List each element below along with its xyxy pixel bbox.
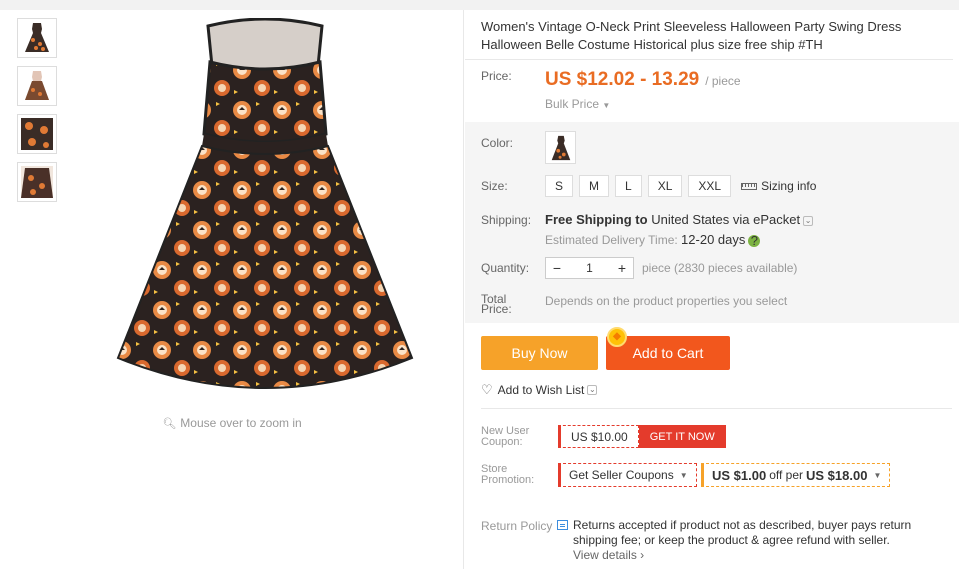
dress-thumbnail-icon <box>25 23 49 52</box>
total-price-note: Depends on the product properties you se… <box>545 294 788 308</box>
size-label: Size: <box>481 179 508 193</box>
thumbnail-2[interactable] <box>17 66 57 106</box>
new-user-coupon-amount: US $10.00 <box>558 425 639 448</box>
thumbnail-4[interactable] <box>17 162 57 202</box>
dress-thumbnail-icon <box>25 71 49 100</box>
size-option-xl[interactable]: XL <box>647 175 683 197</box>
seller-coupons-text: Get Seller Coupons <box>569 468 674 482</box>
ruler-icon <box>741 182 758 190</box>
new-user-coupon: US $10.00 GET IT NOW <box>558 425 726 448</box>
zoom-hint: 🔍︎ Mouse over to zoom in <box>0 416 464 430</box>
price-range: US $12.02 - 13.29 <box>545 69 700 90</box>
chevron-down-icon: ⌄ <box>803 215 814 226</box>
store-coupon-dropdown[interactable]: US $1.00 off per US $18.00 ▼ <box>701 463 891 487</box>
size-option-xxl[interactable]: XXL <box>688 175 732 197</box>
policy-card-icon <box>557 520 568 530</box>
product-title: Women's Vintage O-Neck Print Sleeveless … <box>481 19 902 52</box>
divider <box>481 408 952 409</box>
shipping-method[interactable]: Free Shipping to United States via ePack… <box>545 212 814 227</box>
availability-text: piece (2830 pieces available) <box>642 261 798 275</box>
increase-button[interactable]: + <box>611 258 633 278</box>
quantity-stepper: − 1 + <box>545 257 634 279</box>
bulk-price-label: Bulk Price <box>545 97 600 111</box>
product-page: 🔍︎ Mouse over to zoom in Women's Vintage … <box>0 10 959 569</box>
coin-icon: ◆ <box>607 327 627 347</box>
size-option-m[interactable]: M <box>579 175 610 197</box>
thumbnail-3[interactable] <box>17 114 57 154</box>
shipping-label: Shipping: <box>481 213 532 227</box>
shipping-to-text: to <box>635 212 648 227</box>
dress-swatch-icon <box>551 135 570 160</box>
return-policy-text: Returns accepted if product not as descr… <box>573 518 943 563</box>
product-main-image[interactable] <box>110 18 420 398</box>
store-label-line2: Promotion: <box>481 474 535 486</box>
store-promotion-label: Store Promotion: <box>481 464 534 486</box>
sizing-info-text: Sizing info <box>761 179 817 193</box>
return-policy-description: Returns accepted if product not as descr… <box>573 518 912 547</box>
sizing-info-link[interactable]: Sizing info <box>741 179 816 193</box>
help-icon[interactable]: ? <box>748 234 761 247</box>
eta-label: Estimated Delivery Time: <box>545 233 678 247</box>
decrease-button[interactable]: − <box>546 258 568 278</box>
fabric-thumbnail-icon <box>21 166 53 198</box>
product-info: Women's Vintage O-Neck Print Sleeveless … <box>465 10 959 569</box>
thumbnail-1[interactable] <box>17 18 57 58</box>
chevron-down-icon[interactable]: ⌄ <box>587 385 598 395</box>
shipping-destination: United States via ePacket <box>651 212 801 227</box>
bulk-price-toggle[interactable]: Bulk Price ▼ <box>545 97 610 111</box>
store-coupon-amount: US $1.00 <box>712 467 767 483</box>
price-section: Price: US $12.02 - 13.29 / piece Bulk Pri… <box>465 59 953 115</box>
fabric-thumbnail-icon <box>21 118 53 150</box>
size-option-s[interactable]: S <box>545 175 574 197</box>
color-label: Color: <box>481 136 514 150</box>
buy-now-button[interactable]: Buy Now <box>481 336 598 370</box>
size-option-l[interactable]: L <box>615 175 642 197</box>
delivery-estimate: Estimated Delivery Time: 12-20 days? <box>545 232 761 247</box>
add-to-wish-list[interactable]: ♡ Add to Wish List ⌄ <box>481 382 598 398</box>
caret-down-icon: ▼ <box>679 470 688 480</box>
caret-down-icon: ▼ <box>873 470 882 480</box>
wish-list-text: Add to Wish List <box>497 383 585 397</box>
image-gallery: 🔍︎ Mouse over to zoom in <box>0 10 464 569</box>
free-shipping-text: Free Shipping <box>545 212 632 227</box>
eta-value: 12-20 days <box>681 232 746 247</box>
zoom-hint-text: Mouse over to zoom in <box>180 416 302 430</box>
get-seller-coupons-dropdown[interactable]: Get Seller Coupons ▼ <box>558 463 697 487</box>
price-value: US $12.02 - 13.29 / piece <box>545 69 741 91</box>
new-user-label-line2: Coupon: <box>481 436 523 448</box>
store-coupon-minimum: US $18.00 <box>806 467 868 483</box>
price-label: Price: <box>481 69 512 83</box>
thumbnail-list <box>17 18 59 210</box>
size-options: S M L XL XXL Sizing info <box>545 175 816 197</box>
price-unit: / piece <box>705 74 741 88</box>
heart-icon: ♡ <box>481 382 493 397</box>
get-it-now-button[interactable]: GET IT NOW <box>638 425 726 448</box>
return-policy-label: Return Policy <box>481 519 553 533</box>
view-details-link[interactable]: View details › <box>573 548 644 562</box>
magnifier-icon: 🔍︎ <box>162 418 177 430</box>
new-user-coupon-label: New User Coupon: <box>481 426 529 448</box>
caret-down-icon: ▼ <box>602 101 611 110</box>
store-coupon-off: off per <box>769 468 804 482</box>
quantity-input[interactable]: 1 <box>568 261 611 275</box>
product-options: Color: Size: S M L XL XXL Sizing info Sh… <box>465 122 959 323</box>
color-swatch[interactable] <box>545 131 576 164</box>
quantity-label: Quantity: <box>481 261 530 275</box>
total-price-label: Total Price: <box>481 293 512 316</box>
total-label-line2: Price: <box>481 302 512 316</box>
